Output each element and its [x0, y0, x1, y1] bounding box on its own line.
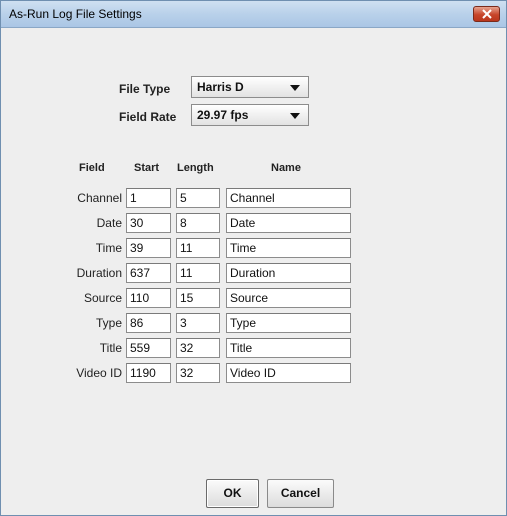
header-length: Length	[177, 162, 214, 174]
ok-button[interactable]: OK	[206, 479, 259, 508]
field-rate-label: Field Rate	[119, 110, 177, 124]
name-field-source[interactable]: Source	[226, 288, 351, 308]
row-label-type: Type	[95, 316, 122, 330]
window-title: As-Run Log File Settings	[9, 7, 142, 21]
start-field-date[interactable]: 30	[126, 213, 171, 233]
start-field-type[interactable]: 86	[126, 313, 171, 333]
row-label-source: Source	[83, 291, 122, 305]
field-rate-select[interactable]: 29.97 fps	[191, 104, 309, 126]
close-icon	[481, 9, 492, 19]
length-field-channel[interactable]: 5	[176, 188, 220, 208]
row-label-duration: Duration	[76, 266, 122, 280]
start-field-title[interactable]: 559	[126, 338, 171, 358]
start-field-time[interactable]: 39	[126, 238, 171, 258]
dialog-content: File Type Harris D Field Rate 29.97 fps …	[1, 28, 506, 515]
row-label-channel: Channel	[77, 191, 122, 205]
file-type-value: Harris D	[197, 80, 244, 94]
length-field-duration[interactable]: 11	[176, 263, 220, 283]
start-field-channel[interactable]: 1	[126, 188, 171, 208]
length-field-source[interactable]: 15	[176, 288, 220, 308]
name-field-time[interactable]: Time	[226, 238, 351, 258]
length-field-type[interactable]: 3	[176, 313, 220, 333]
start-field-source[interactable]: 110	[126, 288, 171, 308]
start-field-video-id[interactable]: 1190	[126, 363, 171, 383]
header-start: Start	[134, 162, 160, 174]
title-bar[interactable]: As-Run Log File Settings	[1, 1, 506, 28]
file-type-select[interactable]: Harris D	[191, 76, 309, 98]
length-field-date[interactable]: 8	[176, 213, 220, 233]
start-field-duration[interactable]: 637	[126, 263, 171, 283]
length-field-video-id[interactable]: 32	[176, 363, 220, 383]
cancel-button[interactable]: Cancel	[267, 479, 334, 508]
chevron-down-icon	[290, 113, 300, 119]
chevron-down-icon	[290, 85, 300, 91]
name-field-date[interactable]: Date	[226, 213, 351, 233]
header-name: Name	[271, 162, 301, 174]
field-rate-value: 29.97 fps	[197, 108, 249, 122]
header-field: Field	[79, 162, 105, 174]
length-field-time[interactable]: 11	[176, 238, 220, 258]
name-field-title[interactable]: Title	[226, 338, 351, 358]
dialog-window: As-Run Log File Settings File Type Harri…	[0, 0, 507, 516]
name-field-channel[interactable]: Channel	[226, 188, 351, 208]
file-type-label: File Type	[119, 82, 171, 96]
row-label-time: Time	[95, 241, 122, 255]
name-field-video-id[interactable]: Video ID	[226, 363, 351, 383]
name-field-type[interactable]: Type	[226, 313, 351, 333]
row-label-date: Date	[96, 216, 122, 230]
length-field-title[interactable]: 32	[176, 338, 220, 358]
name-field-duration[interactable]: Duration	[226, 263, 351, 283]
row-label-title: Title	[99, 341, 122, 355]
close-button[interactable]	[473, 6, 500, 22]
row-label-video-id: Video ID	[76, 366, 122, 380]
